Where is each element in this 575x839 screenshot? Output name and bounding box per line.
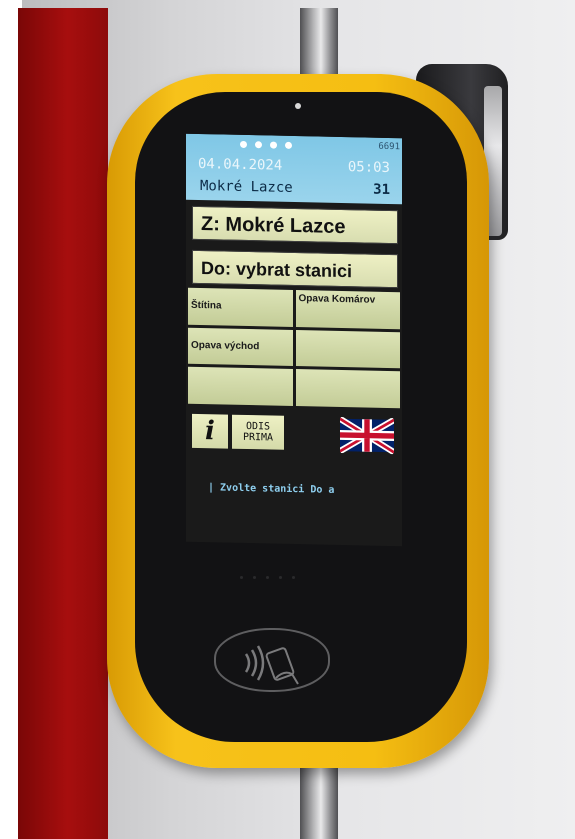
info-button[interactable]: i — [192, 413, 228, 449]
station-button[interactable] — [295, 329, 400, 369]
contactless-card-icon — [244, 645, 299, 685]
date-display: 04.04.2024 — [198, 155, 283, 174]
camera-lens — [295, 103, 301, 109]
signal-dot — [240, 140, 247, 149]
current-stop-name: Mokré Lazce — [200, 178, 293, 196]
signal-dot — [255, 141, 262, 149]
station-grid: Štítina Opava Komárov Opava východ — [188, 287, 400, 409]
to-station-selector[interactable]: Do: vybrat stanici — [192, 249, 398, 289]
red-wall-panel — [18, 8, 108, 839]
station-button[interactable]: Štítina — [188, 287, 293, 327]
prima-label: PRIMA — [242, 431, 274, 444]
validator-screen: 6691 04.04.2024 05:03 Mokré Lazce 31 Z: … — [186, 133, 402, 547]
speaker-grille — [240, 576, 295, 579]
from-station-field[interactable]: Z: Mokré Lazce — [192, 205, 398, 245]
station-button[interactable] — [188, 367, 293, 406]
line-number: 31 — [373, 181, 390, 199]
time-display: 05:03 — [347, 159, 390, 177]
odis-prima-button[interactable]: ODIS PRIMA — [232, 414, 284, 450]
station-button[interactable] — [295, 369, 400, 409]
instruction-text: | Zvolte stanici Do a — [208, 482, 335, 496]
station-button[interactable]: Opava východ — [188, 327, 293, 367]
signal-dot — [285, 141, 292, 149]
signal-dots — [240, 140, 292, 149]
signal-dot — [270, 141, 277, 149]
uk-flag-icon[interactable] — [340, 416, 394, 455]
station-button[interactable]: Opava Komárov — [295, 290, 400, 329]
status-bar: 6691 04.04.2024 05:03 Mokré Lazce 31 — [186, 133, 402, 205]
device-id: 6691 — [378, 141, 400, 153]
